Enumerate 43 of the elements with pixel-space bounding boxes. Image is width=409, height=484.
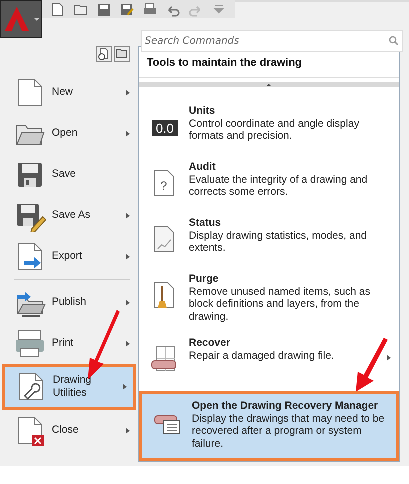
menu-item[interactable]: Export bbox=[4, 236, 136, 277]
menu-item[interactable]: New bbox=[4, 72, 136, 113]
tool-item[interactable]: Open the Drawing Recovery Manager Display the drawings that may need to be recovered after a program or system failure. bbox=[139, 391, 399, 461]
submenu-arrow-icon bbox=[387, 355, 391, 361]
submenu-arrow-icon bbox=[126, 340, 130, 346]
tool-description: Display drawing statistics, modes, and extents. bbox=[189, 230, 368, 254]
menu-item[interactable]: Open bbox=[4, 113, 136, 154]
tool-title: Recover bbox=[189, 337, 232, 350]
submenu-arrow-icon bbox=[123, 384, 127, 390]
tool-description: Remove unused named items, such as block definitions and layers, from the drawing. bbox=[189, 286, 372, 323]
recent-documents-icon[interactable] bbox=[96, 46, 112, 62]
save-icon[interactable] bbox=[96, 2, 112, 18]
tool-title: Purge bbox=[189, 273, 220, 286]
folder-icon[interactable] bbox=[114, 46, 130, 62]
tool-description: Control coordinate and angle display formats and precision. bbox=[189, 118, 360, 142]
submenu-arrow-icon bbox=[126, 212, 130, 218]
menu-item[interactable]: Drawing Utilities bbox=[2, 364, 136, 410]
menu-item[interactable]: Publish bbox=[4, 282, 136, 323]
submenu-arrow-icon bbox=[126, 254, 130, 260]
menu-item[interactable]: Save bbox=[4, 154, 136, 195]
save-as-icon[interactable] bbox=[119, 2, 135, 18]
tool-title: Units bbox=[189, 105, 216, 118]
tool-title: Audit bbox=[189, 161, 217, 174]
search-icon bbox=[389, 36, 399, 46]
search-field[interactable]: Search Commands bbox=[141, 30, 403, 52]
submenu-arrow-icon bbox=[126, 130, 130, 136]
submenu-arrow-icon bbox=[126, 428, 130, 434]
menu-item[interactable]: Close bbox=[4, 410, 136, 451]
tool-title: Open the Drawing Recovery Manager bbox=[192, 400, 380, 412]
menu-item[interactable]: Save As bbox=[4, 195, 136, 236]
eraser-grid-icon bbox=[151, 345, 179, 373]
tool-title: Status bbox=[189, 217, 222, 230]
tool-description: Display the drawings that may need to be recovered after a program or system failure. bbox=[192, 412, 386, 450]
tool-description: Repair a damaged drawing file. bbox=[189, 350, 336, 362]
printer-icon bbox=[14, 328, 46, 360]
submenu-arrow-icon bbox=[126, 90, 130, 96]
tool-description: Evaluate the integrity of a drawing and corrects some errors. bbox=[189, 174, 369, 198]
submenu-arrow-icon bbox=[126, 300, 130, 306]
tool-item[interactable]: ? Audit Evaluate the integrity of a drawing and corrects some errors. bbox=[139, 155, 399, 211]
new-file-icon[interactable] bbox=[50, 2, 66, 18]
tool-item[interactable]: Purge Remove unused named items, such as block definitions and layers, from the drawing. bbox=[139, 267, 399, 331]
tool-item[interactable]: 0.0 Units Control coordinate and angle display formats and precision. bbox=[139, 99, 399, 155]
tool-item[interactable]: Status Display drawing statistics, modes, and extents. bbox=[139, 211, 399, 267]
